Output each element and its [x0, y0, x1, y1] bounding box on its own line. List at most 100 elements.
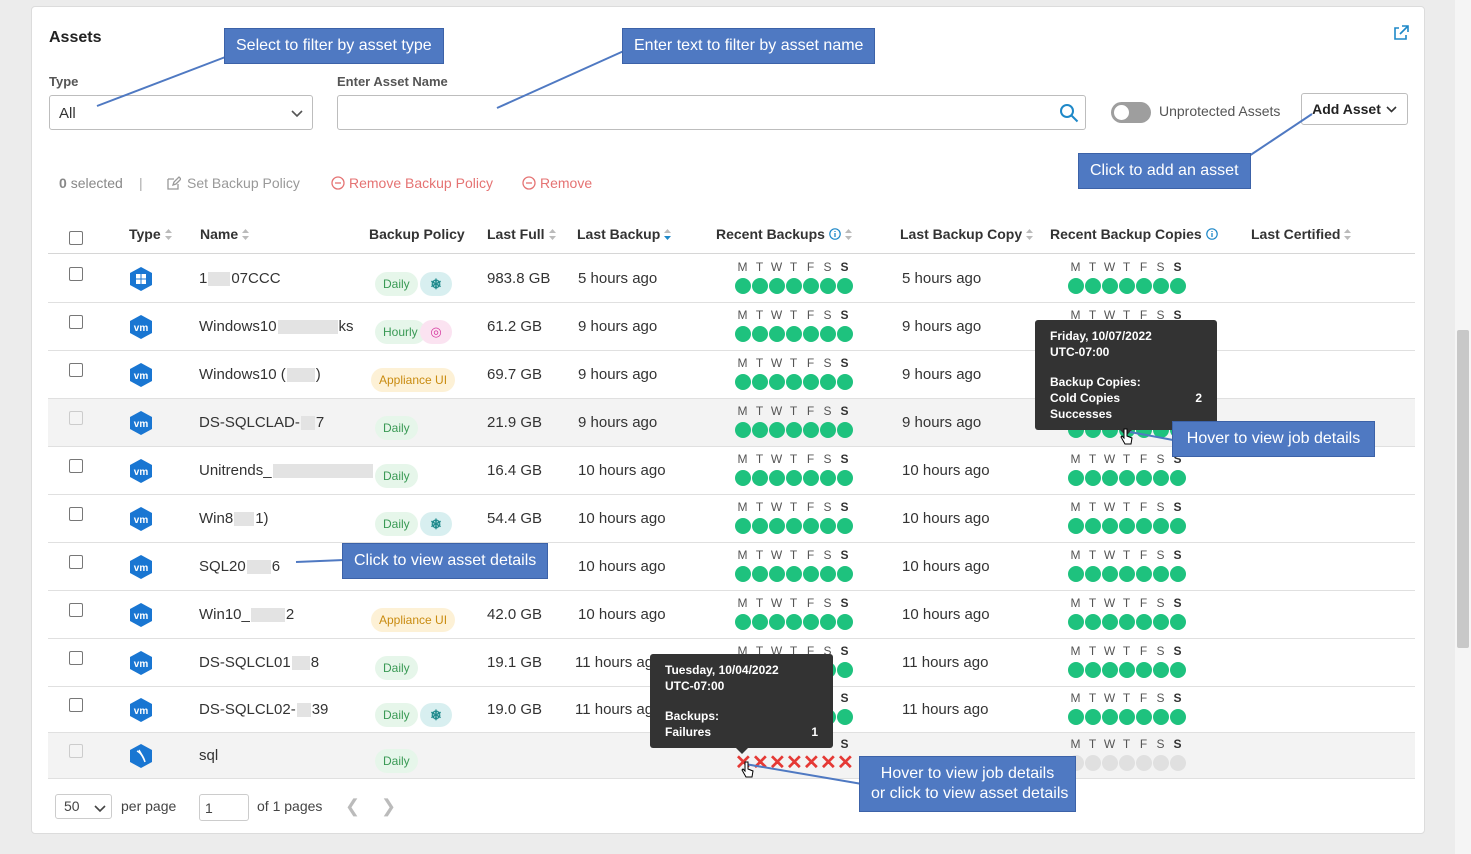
- backup-policy-badge[interactable]: Hourly: [375, 320, 426, 344]
- recent-backups-status-dots[interactable]: [735, 374, 853, 390]
- row-checkbox[interactable]: [69, 315, 83, 329]
- success-status-dot[interactable]: [1085, 518, 1101, 534]
- recent-backup-copies-status-dots[interactable]: [1068, 662, 1186, 678]
- scrollbar[interactable]: [1455, 0, 1471, 854]
- success-status-dot[interactable]: [1153, 566, 1169, 582]
- empty-status-dot[interactable]: [1102, 755, 1118, 771]
- success-status-dot[interactable]: [769, 278, 785, 294]
- table-row[interactable]: vm Win8 1) Daily ❄ 54.4 GB 10 hours ago M T W T F S S…: [48, 495, 1415, 543]
- asset-type-select[interactable]: All: [49, 95, 313, 130]
- success-status-dot[interactable]: [769, 614, 785, 630]
- success-status-dot[interactable]: [1068, 614, 1084, 630]
- row-checkbox[interactable]: [69, 698, 83, 712]
- success-status-dot[interactable]: [837, 614, 853, 630]
- success-status-dot[interactable]: [837, 566, 853, 582]
- row-checkbox[interactable]: [69, 459, 83, 473]
- success-status-dot[interactable]: [752, 470, 768, 486]
- column-header-last-backup-copy[interactable]: Last Backup Copy: [900, 226, 1034, 242]
- success-status-dot[interactable]: [769, 326, 785, 342]
- scrollbar-thumb[interactable]: [1457, 330, 1469, 648]
- row-checkbox[interactable]: [69, 363, 83, 377]
- success-status-dot[interactable]: [786, 614, 802, 630]
- success-status-dot[interactable]: [786, 518, 802, 534]
- success-status-dot[interactable]: [1170, 709, 1186, 725]
- success-status-dot[interactable]: [803, 470, 819, 486]
- add-asset-button[interactable]: Add Asset: [1301, 93, 1408, 125]
- success-status-dot[interactable]: [1153, 662, 1169, 678]
- success-status-dot[interactable]: [820, 614, 836, 630]
- success-status-dot[interactable]: [1136, 278, 1152, 294]
- backup-policy-badge[interactable]: Daily: [375, 656, 418, 680]
- success-status-dot[interactable]: [1085, 470, 1101, 486]
- failure-x-icon[interactable]: ✕: [820, 753, 837, 773]
- recent-backup-copies-status-dots[interactable]: [1068, 566, 1186, 582]
- asset-name-link[interactable]: DS-SQLCL02- 39: [199, 701, 328, 718]
- success-status-dot[interactable]: [1085, 278, 1101, 294]
- success-status-dot[interactable]: [1085, 614, 1101, 630]
- success-status-dot[interactable]: [1136, 470, 1152, 486]
- asset-name-link[interactable]: DS-SQLCLAD- 7: [199, 414, 324, 431]
- success-status-dot[interactable]: [820, 278, 836, 294]
- success-status-dot[interactable]: [1068, 518, 1084, 534]
- success-status-dot[interactable]: [752, 326, 768, 342]
- unprotected-assets-toggle[interactable]: [1111, 102, 1151, 123]
- recent-backups-status-dots[interactable]: [735, 614, 853, 630]
- success-status-dot[interactable]: [786, 566, 802, 582]
- empty-status-dot[interactable]: [1119, 755, 1135, 771]
- asset-name-link[interactable]: Windows10 ks: [199, 318, 354, 335]
- success-status-dot[interactable]: [1136, 614, 1152, 630]
- column-header-name[interactable]: Name: [200, 226, 250, 242]
- asset-name-search[interactable]: [337, 95, 1086, 130]
- remove-button[interactable]: Remove: [522, 175, 592, 191]
- success-status-dot[interactable]: [1085, 566, 1101, 582]
- success-status-dot[interactable]: [1102, 614, 1118, 630]
- success-status-dot[interactable]: [1102, 709, 1118, 725]
- success-status-dot[interactable]: [837, 278, 853, 294]
- backup-policy-badge[interactable]: Daily: [375, 749, 418, 773]
- success-status-dot[interactable]: [752, 422, 768, 438]
- success-status-dot[interactable]: [786, 422, 802, 438]
- success-status-dot[interactable]: [803, 326, 819, 342]
- asset-name-link[interactable]: 1 07CCC: [199, 270, 281, 287]
- recent-backups-status-dots[interactable]: [735, 518, 853, 534]
- success-status-dot[interactable]: [752, 278, 768, 294]
- recent-backup-copies-status-dots[interactable]: [1068, 755, 1186, 771]
- failure-x-icon[interactable]: ✕: [769, 753, 786, 773]
- success-status-dot[interactable]: [769, 422, 785, 438]
- failure-x-icon[interactable]: ✕: [837, 753, 854, 773]
- success-status-dot[interactable]: [1068, 470, 1084, 486]
- recent-backups-status-dots[interactable]: [735, 422, 853, 438]
- recent-backup-copies-status-dots[interactable]: [1068, 278, 1186, 294]
- success-status-dot[interactable]: [1119, 470, 1135, 486]
- row-checkbox[interactable]: [69, 744, 83, 758]
- column-header-type[interactable]: Type: [129, 226, 172, 242]
- row-checkbox[interactable]: [69, 267, 83, 281]
- row-checkbox[interactable]: [69, 507, 83, 521]
- success-status-dot[interactable]: [1170, 278, 1186, 294]
- success-status-dot[interactable]: [1102, 518, 1118, 534]
- success-status-dot[interactable]: [752, 566, 768, 582]
- success-status-dot[interactable]: [837, 422, 853, 438]
- success-status-dot[interactable]: [1085, 662, 1101, 678]
- backup-policy-badge[interactable]: Appliance UI: [371, 608, 456, 632]
- success-status-dot[interactable]: [1068, 709, 1084, 725]
- success-status-dot[interactable]: [752, 374, 768, 390]
- backup-policy-badge[interactable]: Daily: [375, 512, 418, 536]
- recent-backup-copies-status-dots[interactable]: [1068, 614, 1186, 630]
- asset-name-link[interactable]: Win8 1): [199, 510, 269, 527]
- remove-backup-policy-button[interactable]: Remove Backup Policy: [331, 175, 493, 191]
- asset-name-link[interactable]: sql: [199, 747, 218, 764]
- success-status-dot[interactable]: [1170, 518, 1186, 534]
- success-status-dot[interactable]: [786, 374, 802, 390]
- recent-backups-status-dots[interactable]: [735, 326, 853, 342]
- select-all-checkbox[interactable]: [69, 231, 83, 245]
- recent-backup-copies-status-dots[interactable]: [1068, 470, 1186, 486]
- success-status-dot[interactable]: [786, 278, 802, 294]
- recent-backups-status-dots[interactable]: [735, 470, 853, 486]
- page-number-input[interactable]: 1: [199, 794, 249, 821]
- success-status-dot[interactable]: [820, 326, 836, 342]
- success-status-dot[interactable]: [837, 709, 853, 725]
- success-status-dot[interactable]: [1170, 470, 1186, 486]
- success-status-dot[interactable]: [735, 470, 751, 486]
- success-status-dot[interactable]: [803, 566, 819, 582]
